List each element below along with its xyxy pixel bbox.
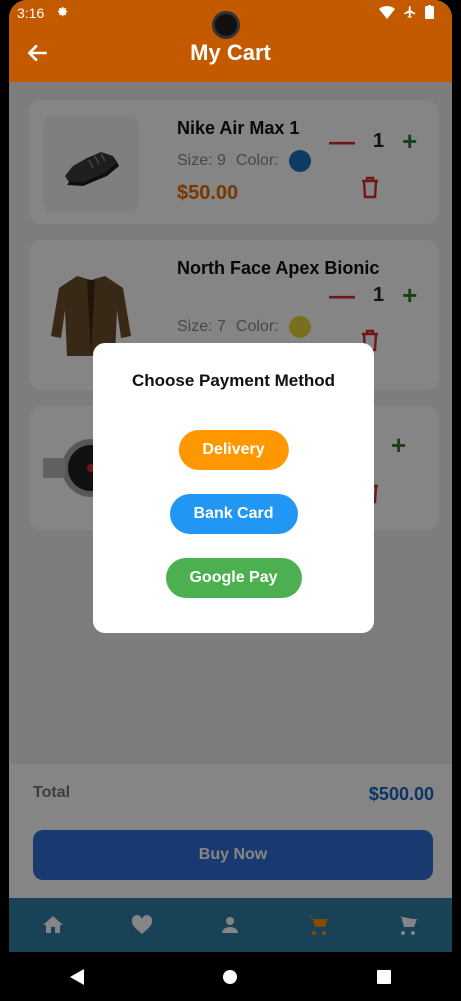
- battery-icon: [425, 5, 434, 19]
- status-icons: [379, 5, 434, 19]
- status-time: 3:16: [17, 5, 45, 21]
- settings-gear-icon: [57, 6, 68, 17]
- delivery-button[interactable]: Delivery: [178, 430, 289, 470]
- page-title: My Cart: [190, 40, 271, 65]
- payment-method-dialog: Choose Payment Method Delivery Bank Card…: [93, 343, 374, 633]
- airplane-icon: [404, 6, 416, 18]
- front-camera: [212, 11, 240, 39]
- home-circle-icon[interactable]: [222, 969, 238, 985]
- back-triangle-icon[interactable]: [69, 968, 85, 986]
- bank-card-button[interactable]: Bank Card: [169, 494, 298, 534]
- dialog-title: Choose Payment Method: [131, 371, 336, 390]
- system-nav-bar: [0, 952, 461, 1001]
- recents-square-icon[interactable]: [376, 969, 392, 985]
- wifi-icon: [379, 6, 395, 19]
- google-pay-button[interactable]: Google Pay: [165, 558, 302, 598]
